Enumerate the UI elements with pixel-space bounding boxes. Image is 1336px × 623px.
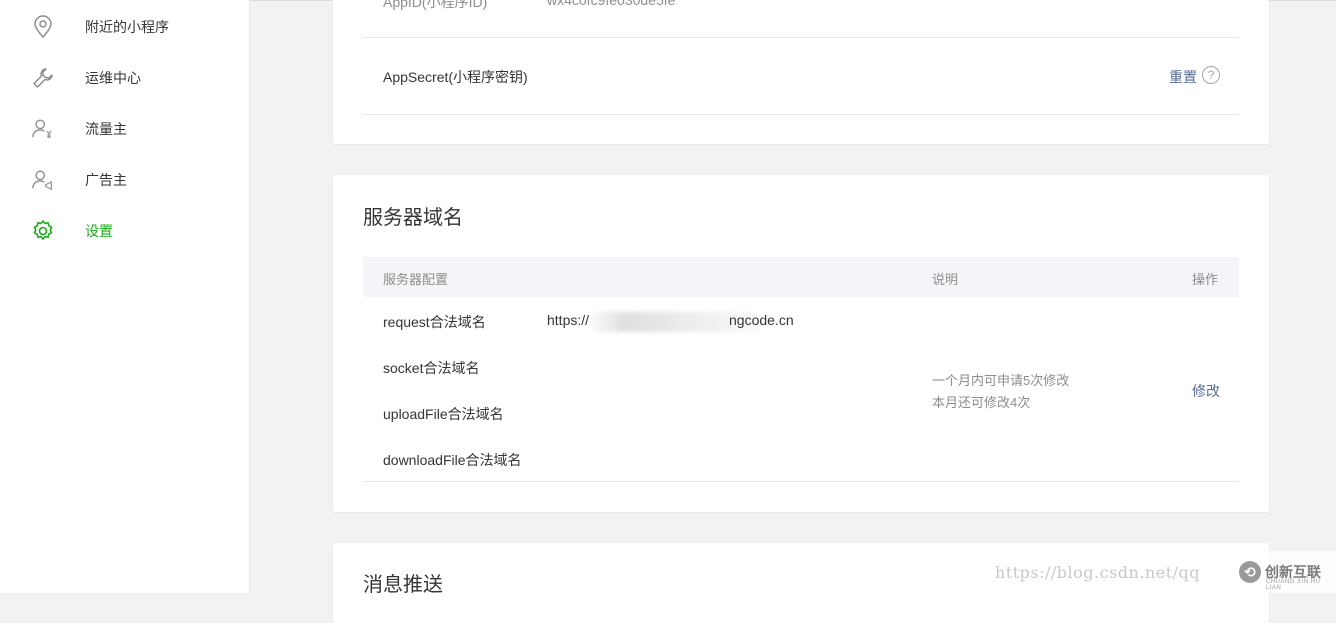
appsecret-label: AppSecret(小程序密钥) bbox=[383, 69, 528, 85]
location-pin-icon bbox=[31, 15, 55, 39]
column-header-action: 操作 bbox=[1192, 272, 1219, 287]
socket-domain-label: socket合法域名 bbox=[383, 360, 480, 376]
appid-value: wx4c0fc9fe030de5fe bbox=[547, 0, 676, 8]
request-domain-value: https:// bbox=[547, 312, 590, 328]
wrench-icon bbox=[31, 66, 55, 90]
sidebar-item-label: 设置 bbox=[85, 223, 113, 239]
dev-settings-card: AppID(小程序ID) wx4c0fc9fe030de5fe AppSecre… bbox=[333, 0, 1269, 144]
modify-remaining-desc: 本月还可修改4次 bbox=[932, 395, 1031, 410]
user-yen-icon bbox=[31, 117, 55, 141]
uploadfile-domain-label: uploadFile合法域名 bbox=[383, 406, 504, 422]
gear-icon bbox=[31, 219, 55, 243]
appid-label: AppID(小程序ID) bbox=[383, 0, 488, 10]
user-megaphone-icon bbox=[31, 168, 55, 192]
logo-icon: ⟲ bbox=[1239, 561, 1261, 583]
sidebar-item-ops-center[interactable]: 运维中心 bbox=[0, 58, 249, 98]
divider bbox=[363, 37, 1239, 38]
column-header-desc: 说明 bbox=[932, 272, 959, 287]
request-domain-label: request合法域名 bbox=[383, 314, 486, 330]
brand-logo: ⟲ 创新互联 CHUANG XIN HU LIAN bbox=[1236, 551, 1336, 593]
server-domain-title: 服务器域名 bbox=[363, 207, 463, 229]
sidebar-item-traffic-owner[interactable]: 流量主 bbox=[0, 109, 249, 149]
sidebar-item-label: 流量主 bbox=[85, 121, 127, 137]
divider bbox=[363, 114, 1239, 115]
server-domain-card: 服务器域名 服务器配置 说明 操作 request合法域名 https:// n… bbox=[333, 175, 1269, 512]
column-header-config: 服务器配置 bbox=[383, 272, 449, 287]
divider bbox=[363, 481, 1239, 482]
sidebar-item-settings[interactable]: 设置 bbox=[0, 211, 249, 251]
help-icon[interactable]: ? bbox=[1202, 66, 1220, 84]
sidebar-item-advertiser[interactable]: 广告主 bbox=[0, 160, 249, 200]
reset-secret-link[interactable]: 重置 bbox=[1169, 67, 1197, 87]
sidebar: 附近的小程序 运维中心 流量主 广告主 设置 bbox=[0, 0, 250, 593]
table-header bbox=[363, 257, 1239, 297]
message-push-card: 消息推送 bbox=[333, 543, 1269, 623]
sidebar-item-label: 运维中心 bbox=[85, 70, 141, 86]
modify-limit-desc: 一个月内可申请5次修改 bbox=[932, 373, 1070, 388]
blog-url-watermark: https://blog.csdn.net/qq bbox=[995, 563, 1200, 582]
sidebar-item-label: 附近的小程序 bbox=[85, 19, 169, 35]
sidebar-item-label: 广告主 bbox=[85, 172, 127, 188]
downloadfile-domain-label: downloadFile合法域名 bbox=[383, 452, 522, 468]
modify-domain-link[interactable]: 修改 bbox=[1192, 381, 1220, 401]
logo-subtext: CHUANG XIN HU LIAN bbox=[1266, 579, 1321, 591]
sidebar-item-nearby-miniprogram[interactable]: 附近的小程序 bbox=[0, 7, 249, 47]
request-domain-value-suffix: ngcode.cn bbox=[729, 312, 794, 328]
